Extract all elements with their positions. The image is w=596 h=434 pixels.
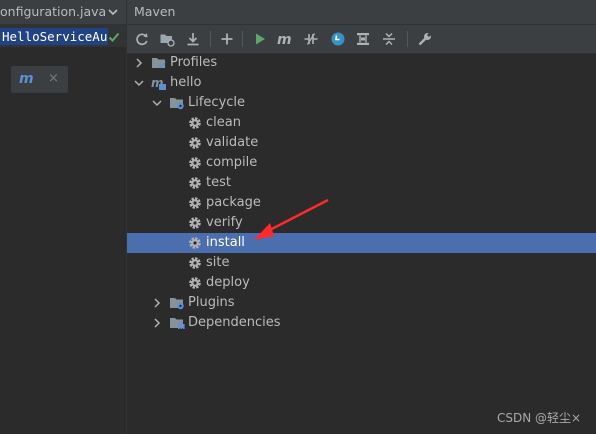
tree-item-goal-compile[interactable]: compile xyxy=(127,153,596,173)
close-icon[interactable]: × xyxy=(48,71,59,86)
tree-item-goal-deploy[interactable]: deploy xyxy=(127,273,596,293)
maven-title: Maven xyxy=(134,4,176,19)
chevron-right-icon[interactable] xyxy=(151,317,163,329)
tree-item-goal-validate[interactable]: validate xyxy=(127,133,596,153)
tree-item-label: clean xyxy=(206,115,241,130)
gear-icon xyxy=(189,237,201,249)
lifecycle-folder-icon xyxy=(170,98,184,110)
tree-item-label: hello xyxy=(170,75,202,90)
tree-item-label: Lifecycle xyxy=(188,95,246,110)
tree-item-label: validate xyxy=(206,135,259,150)
editor-code-line: HelloServiceAu xyxy=(0,25,126,47)
tree-item-goal-test[interactable]: test xyxy=(127,173,596,193)
run-icon[interactable] xyxy=(250,29,270,49)
download-icon[interactable] xyxy=(183,29,203,49)
maven-tool-window: Maven m Profiles m hello Lifecycle clean… xyxy=(127,0,596,434)
watermark: CSDN @轻尘× xyxy=(497,411,582,425)
gear-icon xyxy=(189,257,201,269)
gear-icon xyxy=(189,217,201,229)
maven-header: Maven xyxy=(127,0,596,25)
tree-item-dependencies[interactable]: Dependencies xyxy=(127,313,596,333)
svg-text:m: m xyxy=(277,32,292,47)
chevron-down-icon[interactable] xyxy=(151,97,163,109)
tree-item-goal-verify[interactable]: verify xyxy=(127,213,596,233)
gear-icon xyxy=(189,157,201,169)
maven-toolbar: m xyxy=(127,25,596,54)
tree-item-plugins[interactable]: Plugins xyxy=(127,293,596,313)
gear-icon xyxy=(189,177,201,189)
dependencies-folder-icon xyxy=(170,318,185,329)
execute-goal-icon[interactable]: m xyxy=(275,29,295,49)
maven-file-tab[interactable]: m × xyxy=(11,66,68,93)
chevron-right-icon[interactable] xyxy=(133,57,145,69)
editor-panel: onfiguration.java HelloServiceAu m × xyxy=(0,0,126,434)
code-selection[interactable]: HelloServiceAu xyxy=(0,28,108,45)
tree-item-label: deploy xyxy=(206,275,250,290)
generate-sources-icon[interactable] xyxy=(157,29,177,49)
tree-item-label: Profiles xyxy=(170,55,218,70)
toolbar-separator xyxy=(407,31,408,47)
toolbar-separator xyxy=(242,31,243,47)
tree-item-label: Plugins xyxy=(188,295,235,310)
maven-icon: m xyxy=(19,71,34,87)
chevron-right-icon[interactable] xyxy=(151,297,163,309)
tree-item-label: site xyxy=(206,255,230,270)
tree-item-project[interactable]: m hello xyxy=(127,73,596,93)
profiles-folder-icon xyxy=(152,58,166,69)
tree-item-label: test xyxy=(206,175,231,190)
skip-tests-icon[interactable] xyxy=(328,29,348,49)
show-dependencies-icon[interactable] xyxy=(353,29,373,49)
tree-item-goal-site[interactable]: site xyxy=(127,253,596,273)
gear-icon xyxy=(189,197,201,209)
gear-icon xyxy=(189,117,201,129)
chevron-down-icon[interactable] xyxy=(106,5,120,19)
toggle-offline-icon[interactable] xyxy=(301,29,321,49)
tree-item-profiles[interactable]: Profiles xyxy=(127,53,596,73)
settings-wrench-icon[interactable] xyxy=(415,29,435,49)
maven-project-icon: m xyxy=(151,76,166,90)
tree-item-goal-clean[interactable]: clean xyxy=(127,113,596,133)
tree-item-label: Dependencies xyxy=(188,315,281,330)
chevron-down-icon[interactable] xyxy=(133,77,145,89)
tree-item-goal-install[interactable]: install xyxy=(127,233,596,253)
tree-item-label: verify xyxy=(206,215,243,230)
tree-item-lifecycle[interactable]: Lifecycle xyxy=(127,93,596,113)
editor-tab-bar: onfiguration.java xyxy=(0,0,126,25)
editor-tab-title[interactable]: onfiguration.java xyxy=(0,4,106,19)
gear-icon xyxy=(189,277,201,289)
collapse-all-icon[interactable] xyxy=(379,29,399,49)
reload-icon[interactable] xyxy=(132,29,152,49)
plugins-folder-icon xyxy=(170,298,184,310)
add-icon[interactable] xyxy=(217,29,237,49)
tree-item-label: compile xyxy=(206,155,258,170)
tree-item-goal-package[interactable]: package xyxy=(127,193,596,213)
toolbar-separator xyxy=(210,31,211,47)
gear-icon xyxy=(189,137,201,149)
annotation-arrow xyxy=(254,198,329,240)
checkmark-icon xyxy=(108,32,120,42)
